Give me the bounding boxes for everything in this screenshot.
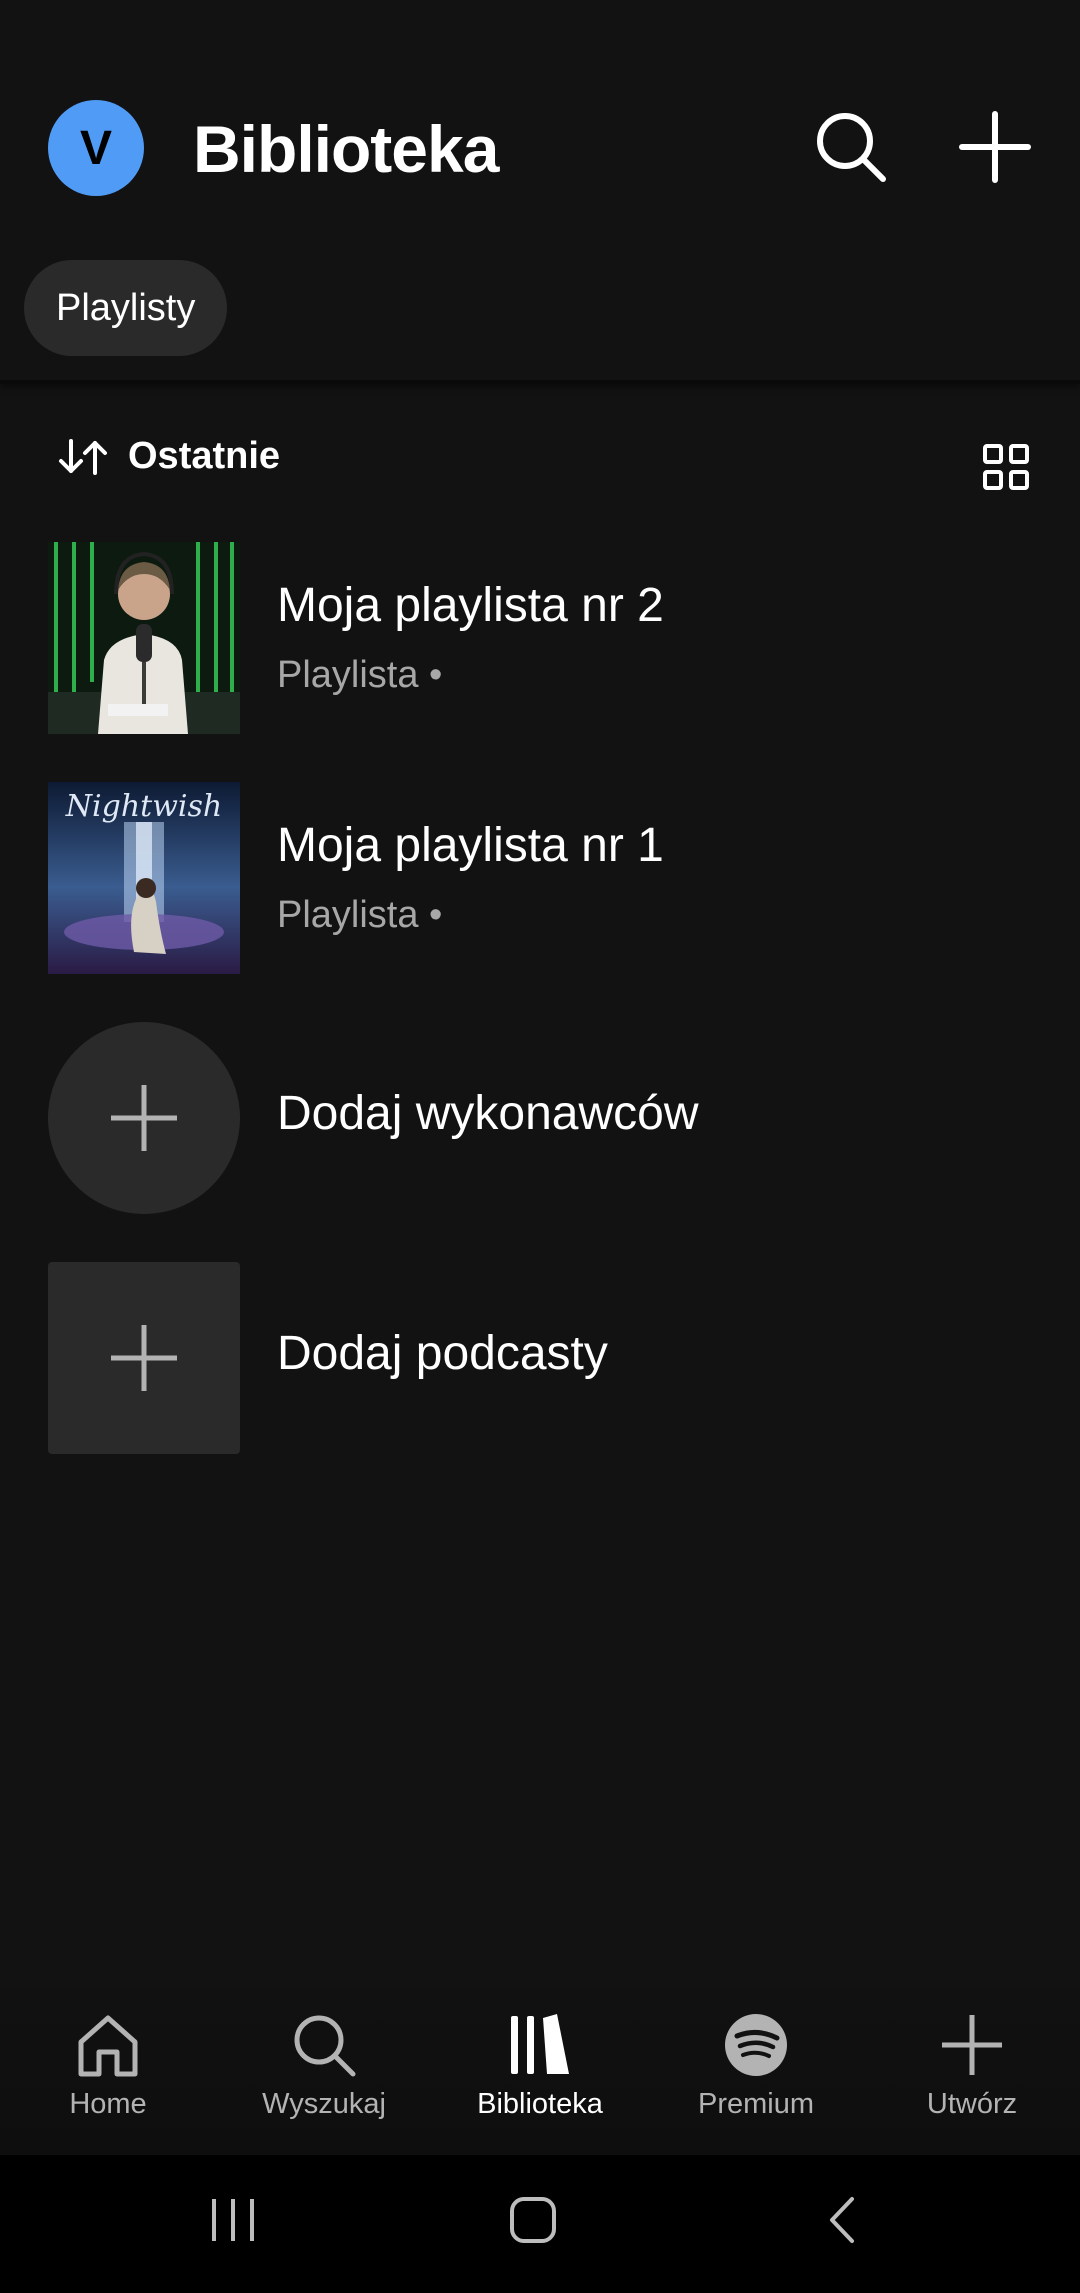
profile-avatar[interactable]: V <box>48 100 144 196</box>
sort-button[interactable]: Ostatnie <box>58 435 280 478</box>
plus-icon <box>111 1085 177 1151</box>
bottom-navigation: Home Wyszukaj Biblioteka Premium Utwórz <box>0 1955 1080 2155</box>
avatar-letter: V <box>79 121 112 175</box>
nav-search-label: Wyszukaj <box>262 2088 386 2120</box>
page-title: Biblioteka <box>193 112 499 186</box>
spotify-logo-icon <box>725 2014 787 2076</box>
home-button-icon[interactable] <box>508 2195 558 2245</box>
nav-library[interactable]: Biblioteka <box>432 1955 648 2125</box>
nav-create[interactable]: Utwórz <box>864 1955 1080 2125</box>
nav-premium[interactable]: Premium <box>648 1955 864 2125</box>
library-icon <box>511 2014 569 2074</box>
grid-view-icon[interactable] <box>982 443 1030 491</box>
library-item-playlist-1[interactable]: Nightwish Moja playlista nr 1 Playlista … <box>48 782 1048 974</box>
nav-create-label: Utwórz <box>926 2088 1018 2120</box>
playlist-cover-image <box>48 542 240 734</box>
sort-label: Ostatnie <box>128 435 281 477</box>
playlist-title: Moja playlista nr 2 <box>277 579 664 632</box>
add-artists-tile <box>48 1022 240 1214</box>
add-podcasts-item[interactable]: Dodaj podcasty <box>48 1262 1048 1454</box>
add-artists-label: Dodaj wykonawców <box>277 1087 699 1140</box>
library-item-playlist-2[interactable]: Moja playlista nr 2 Playlista • <box>48 542 1048 734</box>
search-icon <box>294 2015 356 2077</box>
library-header: V Biblioteka Playlisty <box>0 0 1080 384</box>
add-artists-item[interactable]: Dodaj wykonawców <box>48 1022 1048 1214</box>
playlist-cover-image: Nightwish <box>48 782 240 974</box>
add-podcasts-tile <box>48 1262 240 1454</box>
nav-search[interactable]: Wyszukaj <box>216 1955 432 2125</box>
nav-premium-label: Premium <box>697 2088 814 2120</box>
playlist-subtitle: Playlista • <box>277 894 443 936</box>
search-icon[interactable] <box>814 110 888 184</box>
plus-icon <box>942 2015 1002 2075</box>
album-cover-text: Nightwish <box>65 789 222 824</box>
plus-icon <box>111 1325 177 1391</box>
recent-apps-icon[interactable] <box>208 2195 258 2245</box>
back-icon[interactable] <box>818 2195 868 2245</box>
system-navigation-bar <box>0 2155 1080 2293</box>
playlist-title: Moja playlista nr 1 <box>277 819 664 872</box>
create-plus-icon[interactable] <box>958 110 1032 184</box>
nav-home[interactable]: Home <box>0 1955 216 2125</box>
filter-chip-label: Playlisty <box>56 286 196 329</box>
add-podcasts-label: Dodaj podcasty <box>277 1327 608 1380</box>
playlist-subtitle: Playlista • <box>277 654 443 696</box>
nav-home-label: Home <box>69 2088 147 2120</box>
sort-arrows-icon <box>59 438 107 475</box>
nav-library-label: Biblioteka <box>477 2088 603 2120</box>
filter-chip-playlists[interactable]: Playlisty <box>24 260 228 356</box>
home-icon <box>78 2015 138 2077</box>
